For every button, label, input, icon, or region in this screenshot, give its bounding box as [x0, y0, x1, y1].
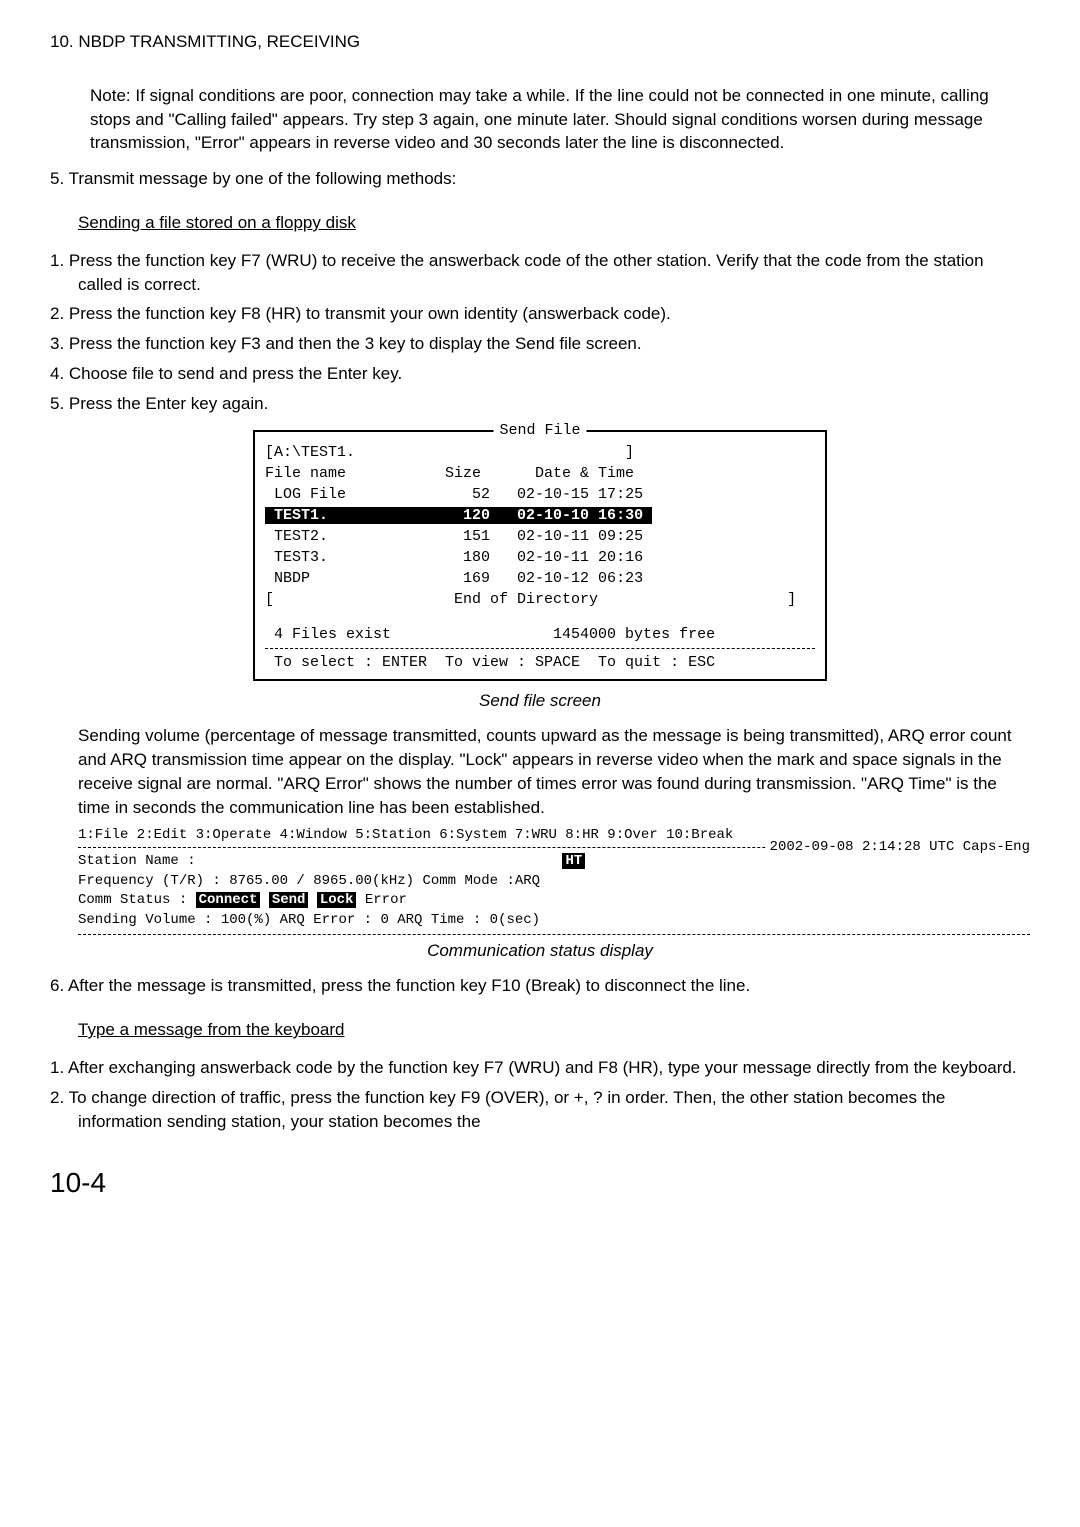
stepA-1-text: 1. Press the function key F7 (WRU) to re…	[50, 251, 984, 294]
separator	[265, 648, 815, 649]
note-text: If signal conditions are poor, connectio…	[90, 86, 989, 153]
file-row[interactable]: TEST3. 180 02-10-11 20:16	[265, 547, 815, 568]
lock-badge: Lock	[317, 892, 357, 908]
frequency-line: Frequency (T/R) : 8765.00 / 8965.00(kHz)…	[78, 872, 1030, 892]
stepA-1: 1. Press the function key F7 (WRU) to re…	[50, 249, 1030, 297]
file-dt-selected: 02-10-10 16:30	[517, 507, 652, 524]
stepB-2: 2. To change direction of traffic, press…	[50, 1086, 1030, 1134]
file-name-selected: TEST1.	[265, 507, 454, 524]
connect-badge: Connect	[196, 892, 261, 908]
top-step-5: 5. Transmit message by one of the follow…	[50, 167, 1030, 191]
page-number: 10-4	[50, 1163, 1030, 1202]
section-heading-keyboard: Type a message from the keyboard	[50, 1018, 1030, 1042]
file-row[interactable]: TEST2. 151 02-10-11 09:25	[265, 526, 815, 547]
sending-paragraph: Sending volume (percentage of message tr…	[50, 724, 1030, 819]
note-block: Note: If signal conditions are poor, con…	[50, 84, 1030, 155]
stepB-1: 1. After exchanging answerback code by t…	[50, 1056, 1030, 1080]
comm-datetime: 2002-09-08 2:14:28 UTC Caps-Eng	[766, 838, 1030, 858]
station-name-label: Station Name :	[78, 853, 196, 869]
comm-status-label: Comm Status :	[78, 892, 196, 908]
file-row[interactable]: NBDP 169 02-10-12 06:23	[265, 568, 815, 589]
file-size: 180	[454, 549, 517, 566]
station-badge: HT	[562, 853, 585, 869]
comm-status-caption: Communication status display	[50, 939, 1030, 963]
file-name: TEST3.	[265, 549, 454, 566]
section-heading-floppy: Sending a file stored on a floppy disk	[50, 211, 1030, 235]
send-file-path: [A:\TEST1. ]	[265, 442, 815, 463]
stepA-2: 2. Press the function key F8 (HR) to tra…	[50, 302, 1030, 326]
stepA-4: 4. Choose file to send and press the Ent…	[50, 362, 1030, 386]
comm-status-line: Comm Status : Connect Send Lock Error	[78, 891, 1030, 911]
send-file-cols: File name Size Date & Time	[265, 463, 815, 484]
end-of-directory: [ End of Directory ]	[265, 589, 815, 610]
chapter-header: 10. NBDP TRANSMITTING, RECEIVING	[50, 30, 1030, 54]
stepA-5: 5. Press the Enter key again.	[50, 392, 1030, 416]
file-dt: 02-10-11 09:25	[517, 528, 652, 545]
files-exist: 4 Files exist 1454000 bytes free	[265, 624, 815, 645]
file-row-selected[interactable]: TEST1. 120 02-10-10 16:30	[265, 505, 815, 526]
separator	[78, 934, 1030, 935]
file-name: TEST2.	[265, 528, 454, 545]
send-file-footer: To select : ENTER To view : SPACE To qui…	[265, 652, 815, 673]
file-name: LOG File	[265, 486, 454, 503]
comm-status-display: 1:File 2:Edit 3:Operate 4:Window 5:Stati…	[50, 826, 1030, 935]
file-dt: 02-10-15 17:25	[517, 486, 652, 503]
file-dt: 02-10-12 06:23	[517, 570, 652, 587]
file-size: 151	[454, 528, 517, 545]
step-6: 6. After the message is transmitted, pre…	[50, 974, 1030, 998]
error-label: Error	[356, 892, 406, 908]
sending-volume-line: Sending Volume : 100(%) ARQ Error : 0 AR…	[78, 911, 1030, 931]
file-size-selected: 120	[454, 507, 517, 524]
send-file-title: Send File	[493, 420, 586, 441]
note-label: Note:	[90, 86, 131, 105]
file-name: NBDP	[265, 570, 454, 587]
stepA-3: 3. Press the function key F3 and then th…	[50, 332, 1030, 356]
file-row[interactable]: LOG File 52 02-10-15 17:25	[265, 484, 815, 505]
file-dt: 02-10-11 20:16	[517, 549, 652, 566]
file-size: 52	[454, 486, 517, 503]
file-size: 169	[454, 570, 517, 587]
send-badge: Send	[269, 892, 309, 908]
send-file-caption: Send file screen	[50, 689, 1030, 713]
send-file-dialog: Send File [A:\TEST1. ] File name Size Da…	[253, 430, 827, 681]
